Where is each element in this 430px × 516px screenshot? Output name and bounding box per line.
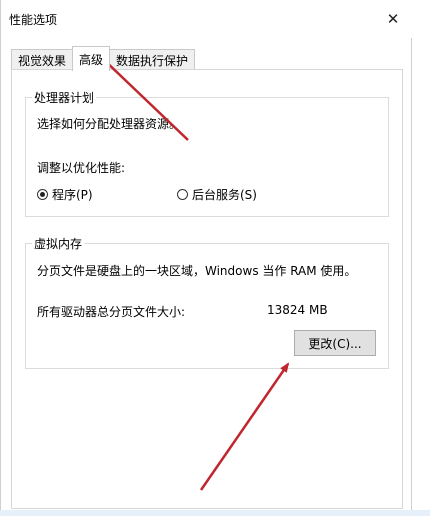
total-paging-size-value: 13824 MB [267,303,328,317]
radio-selected-dot [40,192,45,197]
tab-advanced[interactable]: 高级 [72,46,111,71]
window-title: 性能选项 [9,13,58,27]
total-paging-size-label: 所有驱动器总分页文件大小: [37,305,186,319]
processor-description: 选择如何分配处理器资源。 [37,117,182,131]
close-icon: ✕ [386,10,400,28]
bottom-edge [0,510,430,516]
processor-scheduling-group: 处理器计划 选择如何分配处理器资源。 调整以优化性能: 程序(P) 后台服务(S… [25,89,389,217]
radio-background-services-indicator [177,189,188,200]
radio-programs-label: 程序(P) [52,188,93,202]
paging-file-description: 分页文件是硬盘上的一块区域，Windows 当作 RAM 使用。 [37,264,357,278]
radio-programs[interactable]: 程序(P) [37,186,93,203]
tab-visual-effects[interactable]: 视觉效果 [11,49,74,70]
performance-options-dialog: 性能选项 ✕ 视觉效果 高级 数据执行保护 处理器计划 选择如何分配处理器资源。… [0,0,413,512]
radio-background-services[interactable]: 后台服务(S) [177,186,257,203]
radio-programs-indicator [37,189,48,200]
close-button[interactable]: ✕ [381,8,405,30]
radio-background-services-label: 后台服务(S) [192,188,257,202]
advanced-tab-panel: 处理器计划 选择如何分配处理器资源。 调整以优化性能: 程序(P) 后台服务(S… [11,69,403,509]
change-button[interactable]: 更改(C)... [294,330,376,356]
adjust-for-label: 调整以优化性能: [37,161,126,175]
virtual-memory-label: 虚拟内存 [32,235,85,252]
virtual-memory-group: 虚拟内存 分页文件是硬盘上的一块区域，Windows 当作 RAM 使用。 所有… [25,235,389,369]
processor-scheduling-label: 处理器计划 [32,89,97,106]
tab-strip: 视觉效果 高级 数据执行保护 [11,46,196,71]
title-bar: 性能选项 ✕ [1,0,413,38]
tab-data-execution-prevention[interactable]: 数据执行保护 [109,49,196,70]
